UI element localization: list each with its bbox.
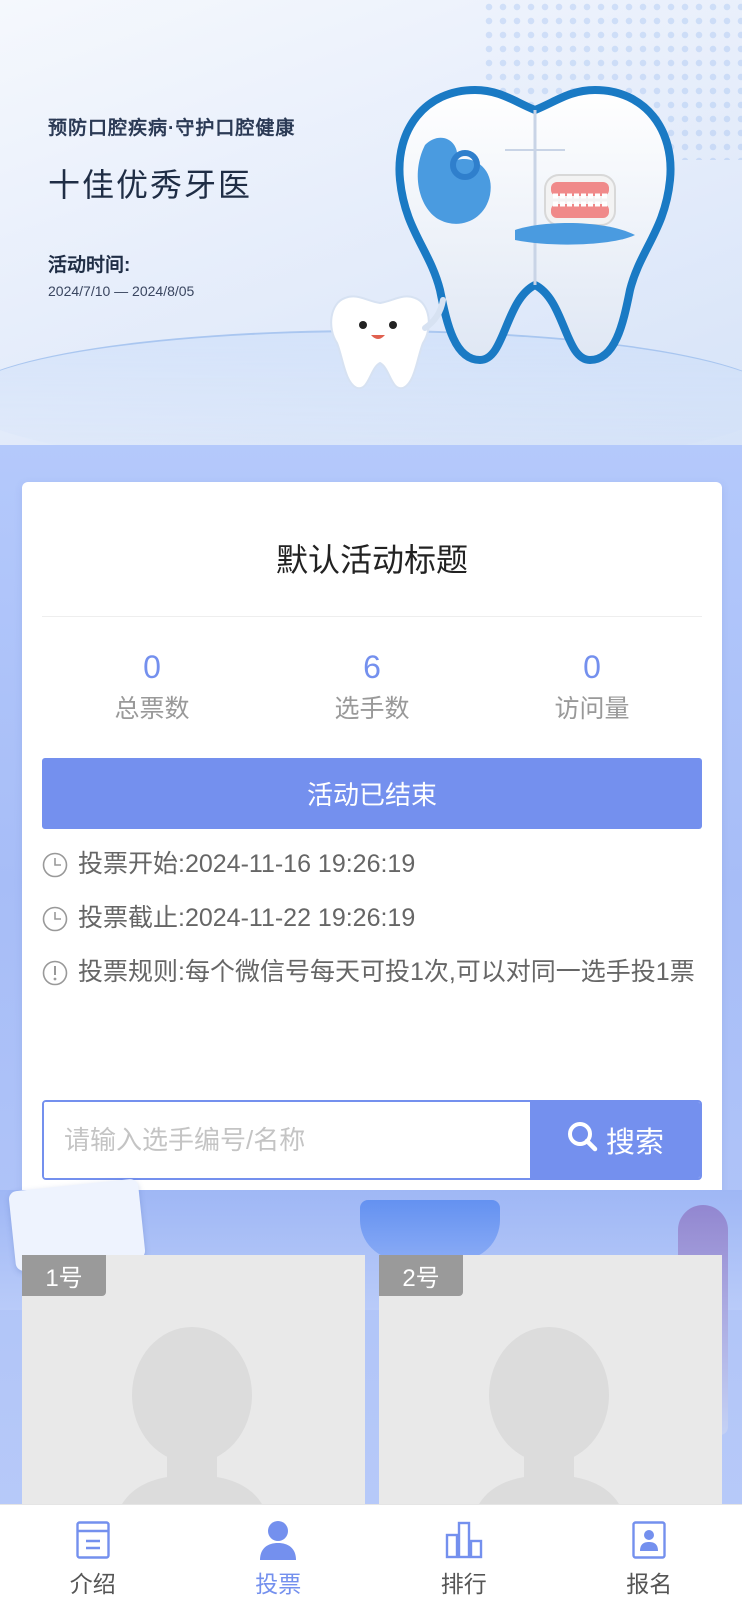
activity-banner: 预防口腔疾病·守护口腔健康 十佳优秀牙医 活动时间: 2024/7/10 — 2… (0, 0, 742, 445)
info-icon (42, 950, 72, 995)
contact-card-icon (632, 1517, 666, 1563)
candidate-number-badge: 1号 (22, 1255, 106, 1296)
vote-rules-row: 投票规则: 每个微信号每天可投1次,可以对同一选手投1票 (42, 950, 702, 995)
document-icon (76, 1517, 110, 1563)
stat-visits: 0 访问量 (482, 647, 702, 725)
vote-rules-label: 投票规则: (78, 958, 185, 986)
banner-time-range: 2024/7/10 — 2024/8/05 (48, 283, 195, 299)
tab-label: 投票 (255, 1571, 302, 1597)
bottom-tab-bar: 介绍 投票 排行 报名 (0, 1504, 742, 1602)
vote-start-value: 2024-11-16 19:26:19 (184, 850, 416, 878)
candidate-card[interactable]: 2号 (379, 1255, 722, 1515)
banner-time-label: 活动时间: (48, 255, 131, 276)
tab-label: 排行 (440, 1571, 487, 1597)
candidate-card[interactable]: 1号 (22, 1255, 365, 1515)
bar-chart-icon (445, 1517, 483, 1563)
activity-ended-button[interactable]: 活动已结束 (42, 758, 702, 829)
activity-info-card: 默认活动标题 0 总票数 6 选手数 0 访问量 活动已结束 投票开始: 202… (22, 482, 722, 1215)
tooth-mascot-illustration (330, 295, 446, 390)
stat-value: 6 (363, 649, 381, 685)
contestant-search-bar: 搜索 (42, 1100, 702, 1180)
tab-label: 报名 (626, 1571, 673, 1597)
tab-intro[interactable]: 介绍 (0, 1505, 186, 1602)
clock-icon (42, 896, 72, 941)
decoration-shield (360, 1200, 500, 1260)
stat-value: 0 (583, 649, 601, 685)
stat-label: 访问量 (554, 695, 630, 723)
user-icon (259, 1517, 297, 1563)
contestant-search-input[interactable] (44, 1102, 530, 1178)
banner-title: 十佳优秀牙医 (48, 167, 253, 203)
activity-stats: 0 总票数 6 选手数 0 访问量 (42, 647, 702, 725)
search-button[interactable]: 搜索 (530, 1102, 700, 1178)
vote-start-row: 投票开始: 2024-11-16 19:26:19 (42, 842, 702, 887)
stat-label: 选手数 (334, 695, 410, 723)
search-icon (566, 1120, 598, 1160)
banner-subtitle: 预防口腔疾病·守护口腔健康 (48, 118, 296, 139)
activity-title: 默认活动标题 (275, 542, 468, 578)
tab-label: 介绍 (69, 1571, 116, 1597)
tab-signup[interactable]: 报名 (557, 1505, 742, 1602)
stat-total-votes: 0 总票数 (42, 647, 262, 725)
clock-icon (42, 842, 72, 887)
avatar-placeholder-icon (474, 1327, 624, 1515)
vote-start-label: 投票开始: (78, 850, 185, 878)
stat-value: 0 (143, 649, 161, 685)
stat-label: 总票数 (114, 695, 190, 723)
tab-vote[interactable]: 投票 (186, 1505, 372, 1602)
card-divider (42, 616, 702, 617)
tab-ranking[interactable]: 排行 (371, 1505, 557, 1602)
candidate-number-badge: 2号 (379, 1255, 463, 1296)
vote-end-row: 投票截止: 2024-11-22 19:26:19 (42, 896, 702, 941)
vote-end-value: 2024-11-22 19:26:19 (184, 904, 416, 932)
vote-rules-value: 每个微信号每天可投1次,可以对同一选手投1票 (184, 958, 695, 986)
stat-contestants: 6 选手数 (262, 647, 482, 725)
avatar-placeholder-icon (117, 1327, 267, 1515)
search-button-label: 搜索 (605, 1127, 664, 1159)
vote-page: 预防口腔疾病·守护口腔健康 十佳优秀牙医 活动时间: 2024/7/10 — 2… (0, 0, 742, 1602)
vote-end-label: 投票截止: (78, 904, 185, 932)
